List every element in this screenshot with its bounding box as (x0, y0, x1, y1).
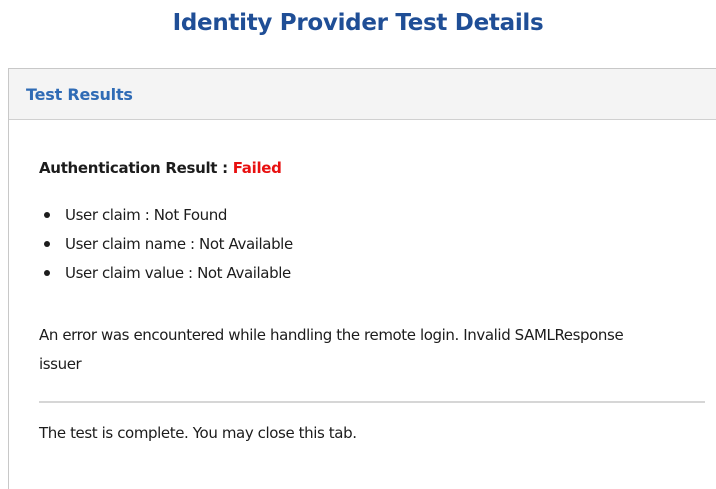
panel-header-title: Test Results (26, 84, 133, 104)
error-message: An error was encountered while handling … (39, 326, 624, 373)
panel-header: Test Results (9, 69, 716, 120)
test-results-panel: Test Results Authentication Result : Fai… (8, 68, 716, 489)
authentication-status-badge: Failed (232, 159, 282, 177)
list-item: User claim : Not Found (39, 201, 293, 230)
bullet-icon (44, 270, 50, 276)
page-title: Identity Provider Test Details (172, 10, 544, 36)
list-item: User claim value : Not Available (39, 259, 293, 288)
claim-text: User claim name : Not Available (65, 235, 293, 253)
divider (39, 401, 705, 403)
bullet-icon (44, 241, 50, 247)
bullet-icon (44, 212, 50, 218)
completion-message: The test is complete. You may close this… (39, 424, 357, 442)
authentication-result-label: Authentication Result : (39, 159, 233, 177)
claim-text: User claim value : Not Available (65, 264, 291, 282)
authentication-result: Authentication Result : Failed (39, 159, 282, 177)
claim-text: User claim : Not Found (65, 206, 227, 224)
claims-list: User claim : Not Found User claim name :… (39, 201, 293, 288)
list-item: User claim name : Not Available (39, 230, 293, 259)
